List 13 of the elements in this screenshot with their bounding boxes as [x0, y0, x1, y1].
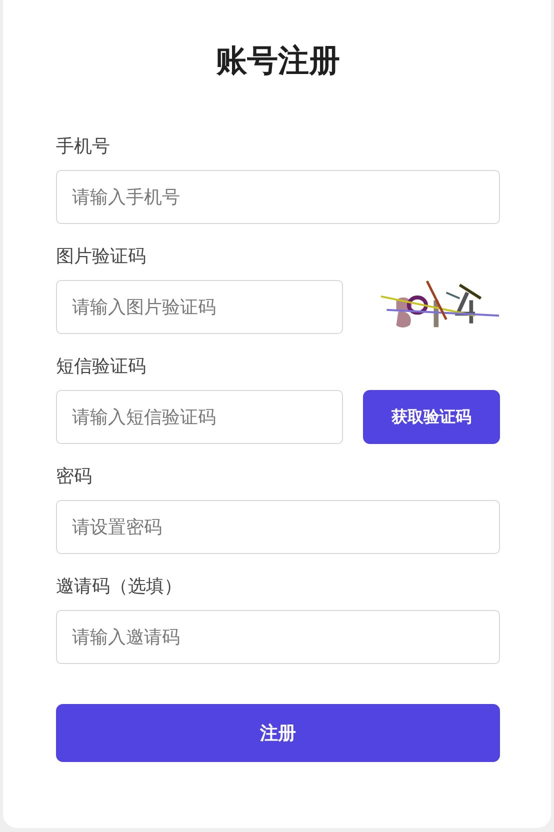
page-title: 账号注册 [215, 42, 341, 81]
input-field[interactable]: 请设置密码 [56, 500, 500, 554]
register-button[interactable]: 注册 [56, 704, 500, 762]
field-label: 图片验证码 [56, 245, 146, 269]
input-field[interactable]: 请输入短信验证码 [56, 390, 343, 444]
get-code-button[interactable]: 获取验证码 [363, 390, 500, 444]
field-label: 邀请码（选填） [56, 575, 182, 599]
input-field[interactable]: 请输入手机号 [56, 170, 500, 224]
field-label: 手机号 [56, 135, 110, 159]
input-field[interactable]: 请输入图片验证码 [56, 280, 343, 334]
input-field[interactable]: 请输入邀请码 [56, 610, 500, 664]
field-label: 短信验证码 [56, 355, 146, 379]
field-label: 密码 [56, 465, 92, 489]
